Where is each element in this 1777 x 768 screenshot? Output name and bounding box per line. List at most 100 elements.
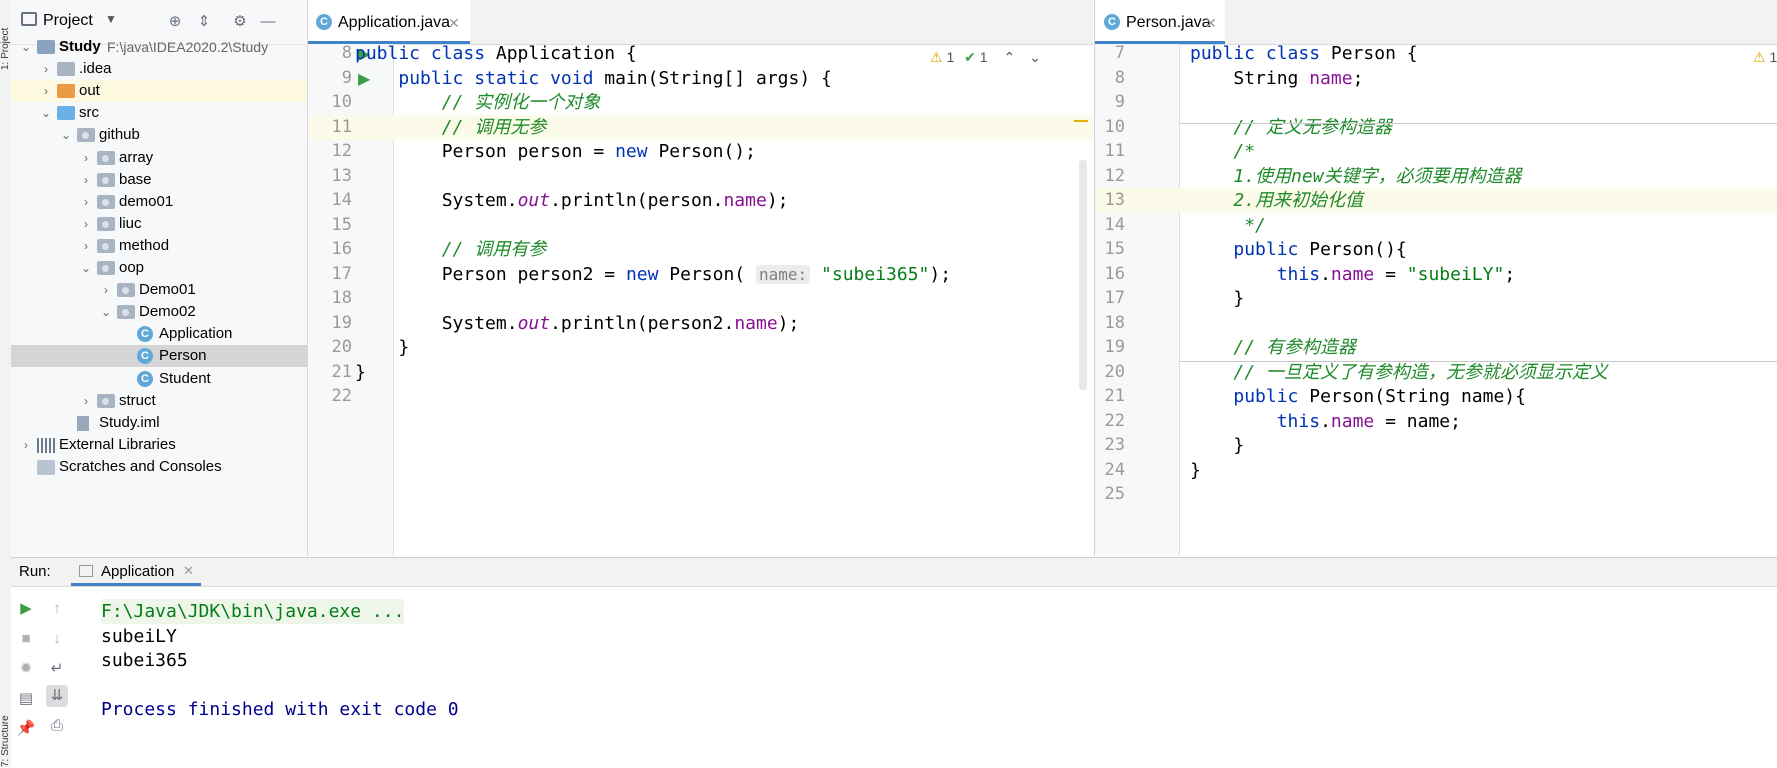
arrow-up-icon[interactable]: ↑ <box>46 598 68 620</box>
chevron-down-icon[interactable]: ⌄ <box>39 102 53 124</box>
debug-icon[interactable]: ✹ <box>15 658 37 680</box>
close-icon[interactable]: ✕ <box>448 0 460 46</box>
tree-item-label: base <box>119 170 152 188</box>
chevron-down-icon[interactable]: ▼ <box>105 12 117 26</box>
tree-item-label: External Libraries <box>59 435 176 453</box>
soft-wrap-icon[interactable]: ↵ <box>46 658 68 680</box>
tree-item[interactable]: › demo01 <box>11 191 307 213</box>
code-line: public static void main(String[] args) { <box>398 67 832 89</box>
tree-item[interactable]: › base <box>11 169 307 191</box>
inspection-widget[interactable]: ⚠ 1 ✔ 1 ⌃ ⌄ <box>930 44 1041 70</box>
chevron-down-icon[interactable]: ⌄ <box>19 36 33 58</box>
chevron-right-icon[interactable]: › <box>79 390 93 412</box>
tree-item[interactable]: ⌄ oop <box>11 257 307 279</box>
line-number: 20 <box>331 337 352 357</box>
layout-icon[interactable]: ▤ <box>15 688 37 710</box>
chevron-right-icon[interactable]: › <box>39 80 53 102</box>
stop-icon[interactable]: ■ <box>15 628 37 650</box>
code-line: /* <box>1233 141 1256 162</box>
structure-tool-tab[interactable]: 7: Structure <box>0 680 11 767</box>
line-number: 16 <box>1104 263 1125 284</box>
chevron-down-icon[interactable]: ⌄ <box>1029 49 1041 65</box>
tree-item[interactable]: › method <box>11 235 307 257</box>
print-icon[interactable]: ⎙ <box>46 715 68 737</box>
tree-item[interactable]: › .idea <box>11 58 307 80</box>
tree-item[interactable]: C Student <box>11 368 307 390</box>
class-icon: C <box>316 14 332 30</box>
tree-item-path: F:\java\IDEA2020.2\Study <box>107 39 269 55</box>
chevron-down-icon[interactable]: ⌄ <box>79 257 93 279</box>
tree-item-label: Demo02 <box>139 303 196 321</box>
tree-item[interactable]: › External Libraries <box>11 434 307 456</box>
tab-person-java[interactable]: C Person.java ✕ <box>1095 0 1225 44</box>
project-tool-tab[interactable]: 1: Project <box>0 0 11 70</box>
tree-item-label: src <box>79 104 99 122</box>
line-number: 17 <box>331 263 352 284</box>
code-line: Person person2 = new Person( name: "sube… <box>355 263 952 285</box>
chevron-right-icon[interactable]: › <box>99 279 113 301</box>
code-line: // 一旦定义了有参构造，无参就必须显示定义 <box>1233 361 1608 383</box>
tree-item-label: out <box>79 82 100 100</box>
tree-item[interactable]: Study.iml <box>11 412 307 434</box>
code-line: public Person(String name){ <box>1233 386 1526 407</box>
code-line: System.out.println(person2.name); <box>355 312 800 334</box>
package-icon <box>117 305 135 320</box>
tree-item[interactable]: ⌄ Demo02 <box>11 301 307 323</box>
chevron-right-icon[interactable]: › <box>79 235 93 257</box>
tree-item[interactable]: ⌄ github <box>11 124 307 146</box>
chevron-right-icon[interactable]: › <box>79 191 93 213</box>
tree-item[interactable]: › out <box>11 80 307 103</box>
tree-item[interactable]: › struct <box>11 390 307 412</box>
line-number: 19 <box>331 312 352 333</box>
close-icon[interactable]: ✕ <box>1205 0 1217 46</box>
tree-item-label: array <box>119 148 154 166</box>
project-panel-title[interactable]: Project <box>43 12 93 30</box>
chevron-right-icon[interactable]: › <box>79 213 93 235</box>
line-number: 11 <box>331 116 352 137</box>
run-tab-application[interactable]: Application ✕ <box>71 558 201 586</box>
project-panel: Project ▼ ⊕ ⇕ ⚙ — ⌄ Study F:\java\IDEA2020… <box>11 0 308 556</box>
tree-item-label: method <box>119 236 170 254</box>
chevron-right-icon[interactable]: › <box>19 434 33 456</box>
locate-icon[interactable]: ⊕ <box>164 11 186 33</box>
chevron-down-icon[interactable]: ⌄ <box>99 301 113 323</box>
chevron-down-icon[interactable]: ⌄ <box>59 124 73 146</box>
method-separator <box>1179 123 1777 124</box>
line-number: 12 <box>331 141 352 161</box>
tree-item[interactable]: › array <box>11 147 307 169</box>
tab-application-java[interactable]: C Application.java ✕ <box>308 0 470 44</box>
line-number: 22 <box>1104 410 1125 431</box>
package-icon <box>97 393 115 408</box>
chevron-right-icon[interactable]: › <box>79 169 93 191</box>
code-line: // 定义无参构造器 <box>1233 116 1392 138</box>
chevron-up-icon[interactable]: ⌃ <box>1003 49 1015 65</box>
code-line: Person person = new Person(); <box>355 141 756 162</box>
line-number: 23 <box>1104 435 1125 455</box>
line-number: 14 <box>331 190 352 210</box>
code-line: public Person(){ <box>1233 239 1407 260</box>
tree-item[interactable]: › liuc <box>11 213 307 235</box>
scroll-to-end-icon[interactable]: ⇊ <box>46 685 68 707</box>
tree-item[interactable]: ⌄ src <box>11 102 307 124</box>
rerun-icon[interactable]: ▶ <box>15 598 37 620</box>
arrow-down-icon[interactable]: ↓ <box>46 628 68 650</box>
vertical-scrollbar[interactable] <box>1079 160 1087 390</box>
chevron-right-icon[interactable]: › <box>39 58 53 80</box>
tree-item[interactable]: ⌄ Study F:\java\IDEA2020.2\Study <box>11 36 307 58</box>
tree-item[interactable]: Scratches and Consoles <box>11 456 307 478</box>
minimize-icon[interactable]: — <box>257 11 279 33</box>
line-number: 11 <box>1104 141 1125 161</box>
tree-item[interactable]: C Application <box>11 323 307 345</box>
warning-count: 1 <box>1769 49 1777 65</box>
code-line: // 实例化一个对象 <box>441 92 601 113</box>
inspection-widget[interactable]: ⚠ 1 <box>1753 44 1777 70</box>
collapse-all-icon[interactable]: ⇕ <box>193 11 215 33</box>
tree-item[interactable]: › Demo01 <box>11 279 307 301</box>
close-icon[interactable]: ✕ <box>183 563 194 579</box>
tree-item[interactable]: C Person <box>11 345 307 368</box>
run-panel: Run: Application ✕ ▶ ■ ✹ ▤ 📌 ↑ ↓ ↵ ⇊ ⎙ F… <box>11 557 1777 768</box>
gear-icon[interactable]: ⚙ <box>229 11 251 33</box>
package-icon <box>117 283 135 298</box>
pin-icon[interactable]: 📌 <box>15 718 37 740</box>
chevron-right-icon[interactable]: › <box>79 147 93 169</box>
